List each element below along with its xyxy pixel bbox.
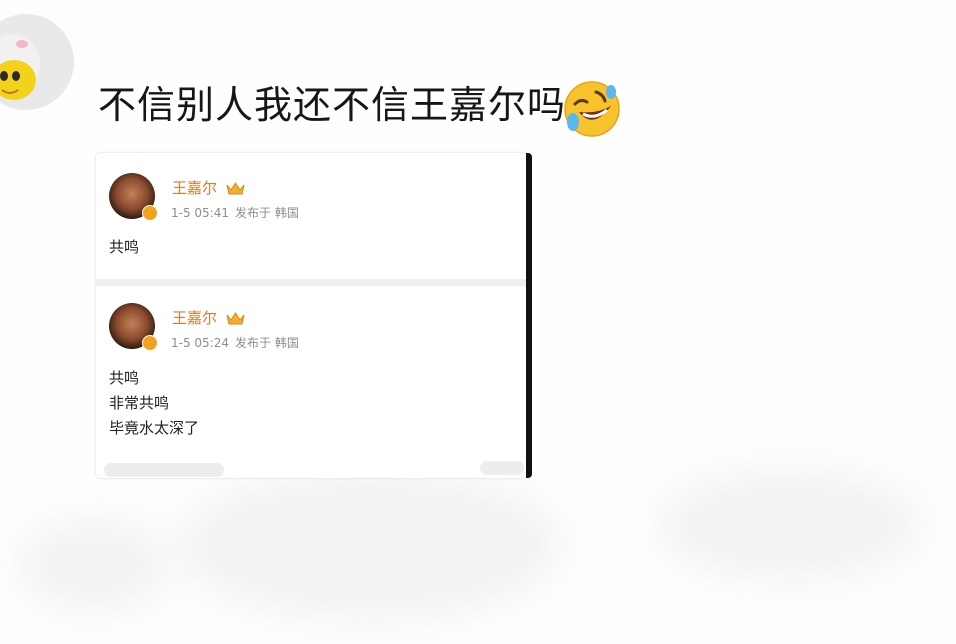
post-location: 发布于 韩国	[235, 206, 299, 220]
post-divider	[96, 279, 528, 286]
crown-icon	[226, 182, 245, 195]
rolling-on-floor-laughing-icon	[564, 81, 620, 137]
blurred-toolbar	[104, 463, 224, 477]
avatar[interactable]	[0, 14, 74, 110]
background-blur	[20, 520, 170, 610]
author-name[interactable]: 王嘉尔	[172, 307, 217, 328]
screenshot-page: 不信别人我还不信王嘉尔吗 王嘉尔 1-5 05:41 发布于 韩国 共鸣 王嘉尔…	[0, 0, 956, 644]
post-meta: 1-5 05:41 发布于 韩国	[171, 204, 305, 221]
post-line: 共鸣	[109, 238, 140, 256]
crown-icon	[226, 312, 245, 325]
comment-text: 不信别人我还不信王嘉尔吗	[98, 83, 567, 127]
post-time: 1-5 05:41	[171, 206, 229, 220]
post-body: 共鸣 非常共鸣 毕竟水太深了	[109, 366, 199, 441]
quoted-posts-card: 王嘉尔 1-5 05:41 发布于 韩国 共鸣 王嘉尔 1-5 05:24 发布于 …	[96, 153, 528, 478]
post-line: 非常共鸣	[109, 394, 170, 412]
post-time: 1-5 05:24	[171, 336, 229, 350]
avatar-image	[0, 14, 74, 110]
card-edge	[526, 153, 532, 478]
post-body: 共鸣	[109, 235, 139, 260]
background-blur	[660, 470, 920, 580]
background-blur	[180, 470, 560, 620]
post-line: 毕竟水太深了	[109, 419, 200, 437]
post-location: 发布于 韩国	[235, 336, 299, 350]
post-line: 共鸣	[109, 369, 140, 387]
verified-badge-icon	[142, 205, 158, 221]
blurred-toolbar	[480, 461, 524, 475]
verified-badge-icon	[142, 335, 158, 351]
author-name[interactable]: 王嘉尔	[172, 177, 217, 198]
post-meta: 1-5 05:24 发布于 韩国	[171, 334, 305, 351]
